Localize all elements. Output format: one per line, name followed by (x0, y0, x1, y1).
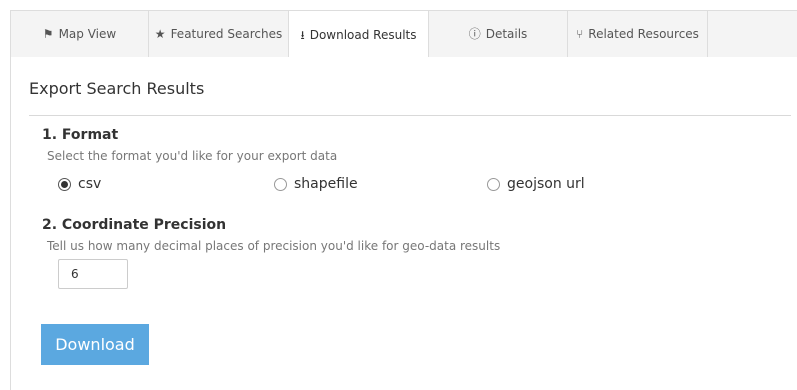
format-help: Select the format you'd like for your ex… (47, 149, 338, 163)
info-circle-icon: ⓘ (468, 27, 481, 41)
precision-input[interactable] (58, 259, 128, 289)
code-fork-icon: ⑂ (576, 27, 584, 41)
map-marker-icon: ⚑ (42, 27, 54, 41)
tab-download-results[interactable]: ⭳ Download Results (289, 11, 429, 59)
tab-featured-searches[interactable]: ★ Featured Searches (149, 11, 289, 58)
tab-label: Featured Searches (170, 27, 283, 41)
format-option-label: shapefile (294, 176, 358, 192)
format-option-label: geojson url (507, 176, 585, 192)
tab-details[interactable]: ⓘ Details (429, 11, 568, 58)
format-option-csv[interactable]: csv (58, 176, 101, 192)
tab-strip-filler (708, 11, 797, 58)
divider (29, 115, 791, 116)
format-heading: 1. Format (42, 127, 119, 143)
precision-help: Tell us how many decimal places of preci… (47, 239, 501, 253)
panel-title: Export Search Results (29, 79, 205, 98)
tab-label: Map View (58, 27, 117, 41)
download-button[interactable]: Download (41, 324, 149, 365)
tab-label: Download Results (309, 27, 417, 42)
format-option-geojson-url[interactable]: geojson url (487, 176, 585, 192)
tab-strip: ⚑ Map View ★ Featured Searches ⭳ Downloa… (10, 10, 797, 59)
tab-label: Related Resources (588, 27, 699, 41)
star-icon: ★ (154, 27, 166, 41)
page: ⚑ Map View ★ Featured Searches ⭳ Downloa… (0, 0, 797, 390)
tab-related-resources[interactable]: ⑂ Related Resources (568, 11, 708, 58)
tab-label: Details (485, 27, 528, 41)
download-icon: ⭳ (300, 27, 305, 42)
radio-button[interactable] (58, 177, 71, 191)
radio-button[interactable] (274, 177, 287, 191)
download-results-panel: Export Search Results 1. Format Select t… (10, 57, 797, 390)
tab-map-view[interactable]: ⚑ Map View (11, 11, 149, 58)
radio-button[interactable] (487, 177, 500, 191)
precision-heading: 2. Coordinate Precision (42, 217, 227, 233)
format-option-label: csv (78, 176, 102, 192)
format-option-shapefile[interactable]: shapefile (274, 176, 358, 192)
